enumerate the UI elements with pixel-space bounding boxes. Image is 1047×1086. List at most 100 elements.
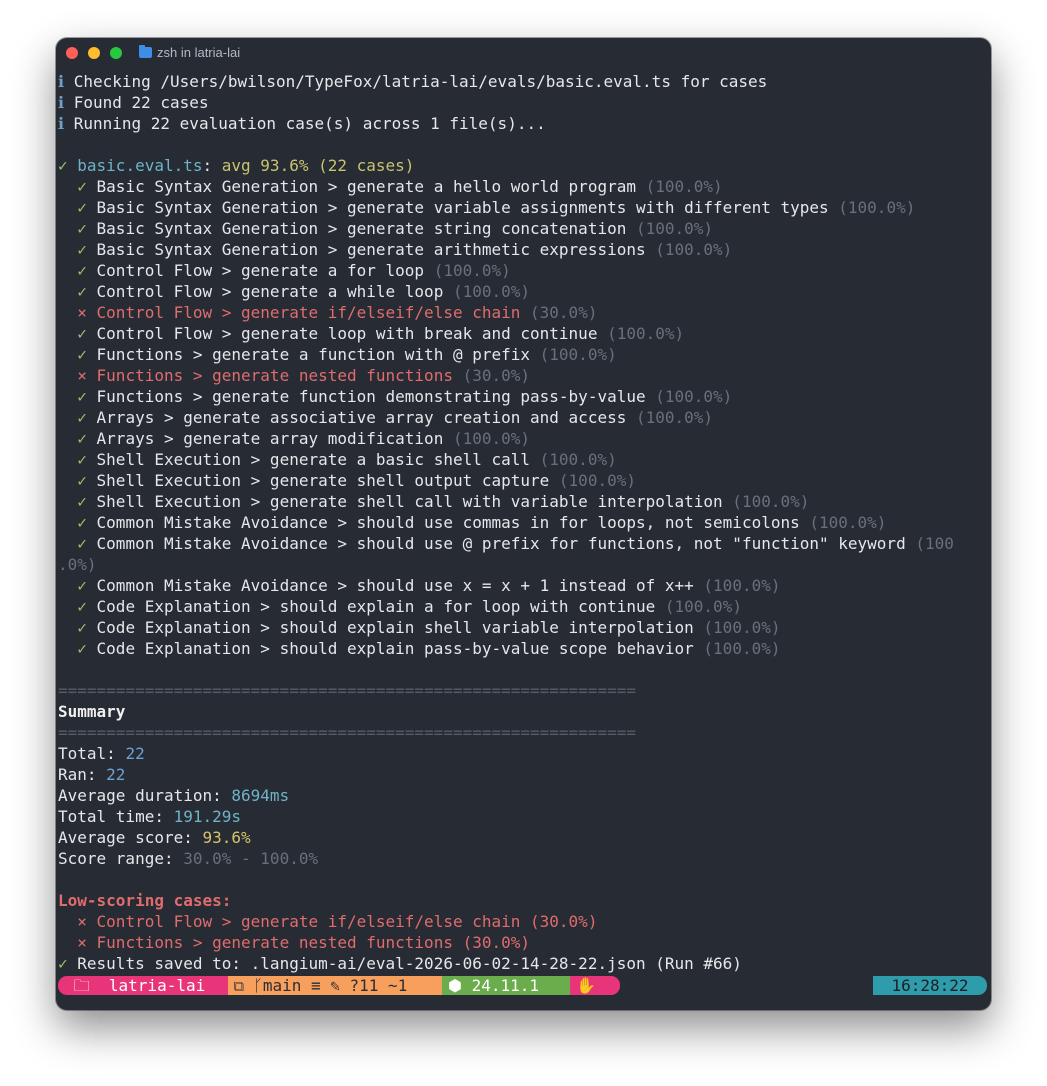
case-row: ✓ Functions > generate function demonstr… bbox=[58, 386, 991, 407]
check-icon: ✓ bbox=[77, 198, 87, 217]
case-row: ✓ Functions > generate a function with @… bbox=[58, 344, 991, 365]
case-name: Arrays > generate array modification bbox=[86, 429, 444, 448]
case-score: (100 bbox=[905, 534, 954, 553]
case-name: Shell Execution > generate a basic shell… bbox=[86, 450, 531, 469]
close-button[interactable] bbox=[66, 47, 78, 59]
case-name: Common Mistake Avoidance > should use x … bbox=[86, 576, 694, 595]
ran-line: Ran: 22 bbox=[58, 764, 991, 785]
case-name: Common Mistake Avoidance > should use co… bbox=[86, 513, 800, 532]
check-icon: ✓ bbox=[77, 387, 87, 406]
case-score: (30.0%) bbox=[520, 303, 598, 322]
check-icon: ✓ bbox=[77, 324, 87, 343]
case-score: (100.0%) bbox=[597, 324, 685, 343]
case-name: Shell Execution > generate shell output … bbox=[86, 471, 550, 490]
case-row: ✓ Basic Syntax Generation > generate var… bbox=[58, 197, 991, 218]
case-name: Basic Syntax Generation > generate arith… bbox=[86, 240, 646, 259]
case-name: Basic Syntax Generation > generate varia… bbox=[86, 198, 829, 217]
case-score: (100.0%) bbox=[693, 576, 781, 595]
check-icon: ✓ bbox=[77, 261, 87, 280]
case-row: ✓ Code Explanation > should explain pass… bbox=[58, 638, 991, 659]
check-icon: ✓ bbox=[77, 513, 87, 532]
check-icon: ✓ bbox=[77, 576, 87, 595]
file-name: basic.eval.ts bbox=[67, 156, 203, 175]
case-name: Code Explanation > should explain shell … bbox=[86, 618, 694, 637]
text: : bbox=[202, 156, 222, 175]
average-duration-line: Average duration: 8694ms bbox=[58, 785, 991, 806]
case-score: (100.0%) bbox=[530, 345, 617, 364]
cross-icon: × bbox=[77, 366, 87, 385]
case-score: (30.0%) bbox=[452, 366, 531, 385]
case-score: (100.0%) bbox=[722, 492, 810, 511]
case-row-wrap: .0%) bbox=[58, 554, 991, 575]
check-icon: ✓ bbox=[77, 345, 87, 364]
case-row: ✓ Common Mistake Avoidance > should use … bbox=[58, 575, 991, 596]
case-row: ✓ Control Flow > generate loop with brea… bbox=[58, 323, 991, 344]
case-score: (100.0%) bbox=[645, 240, 733, 259]
case-score-wrap: .0%) bbox=[58, 555, 97, 574]
case-row: × Control Flow > generate if/elseif/else… bbox=[58, 302, 991, 323]
summary-title: Summary bbox=[58, 701, 991, 722]
check-icon: ✓ bbox=[77, 639, 87, 658]
check-icon: ✓ bbox=[77, 534, 87, 553]
minimize-button[interactable] bbox=[88, 47, 100, 59]
prompt-time: 16:28:22 bbox=[873, 976, 987, 995]
title-bar: zsh in latria-lai bbox=[56, 38, 991, 69]
average-duration-label: Average duration: bbox=[58, 786, 232, 805]
case-row: ✓ Common Mistake Avoidance > should use … bbox=[58, 512, 991, 533]
check-icon: ✓ bbox=[77, 492, 87, 511]
file-summary-line: ✓ basic.eval.ts: avg 93.6% (22 cases) bbox=[58, 155, 991, 176]
score-range-label: Score range: bbox=[58, 849, 184, 868]
case-score: (100.0%) bbox=[635, 177, 723, 196]
low-scoring-title: Low-scoring cases: bbox=[58, 891, 232, 910]
case-name: Functions > generate nested functions bbox=[86, 366, 453, 385]
case-name: Shell Execution > generate shell call wi… bbox=[86, 492, 723, 511]
case-score: (100.0%) bbox=[693, 639, 781, 658]
case-row: ✓ Code Explanation > should explain shel… bbox=[58, 617, 991, 638]
info-text: Running 22 evaluation case(s) across 1 f… bbox=[64, 114, 546, 133]
check-icon: ✓ bbox=[77, 597, 87, 616]
case-name: Common Mistake Avoidance > should use @ … bbox=[86, 534, 906, 553]
low-scoring-item: × Control Flow > generate if/elseif/else… bbox=[58, 911, 991, 932]
case-row: ✓ Basic Syntax Generation > generate a h… bbox=[58, 176, 991, 197]
zoom-button[interactable] bbox=[110, 47, 122, 59]
file-average: avg 93.6% (22 cases) bbox=[221, 156, 415, 175]
low-scoring-item: × Functions > generate nested functions … bbox=[58, 932, 991, 953]
separator: ========================================… bbox=[58, 722, 991, 743]
case-row: ✓ Common Mistake Avoidance > should use … bbox=[58, 533, 991, 554]
case-score: (100.0%) bbox=[530, 450, 617, 469]
case-row: ✓ Basic Syntax Generation > generate ari… bbox=[58, 239, 991, 260]
cross-icon: × bbox=[77, 303, 87, 322]
hand-icon: ✋ bbox=[570, 976, 620, 995]
case-score: (100.0%) bbox=[424, 261, 511, 280]
info-text: Checking /Users/bwilson/TypeFox/latria-l… bbox=[64, 72, 768, 91]
case-name: Arrays > generate associative array crea… bbox=[86, 408, 627, 427]
prompt-bar: 🗀 latria-lai ⧉ ᚴmain ≡ ✎ ?11 ~1 ⬢ 24.11.… bbox=[58, 975, 989, 996]
cross-icon: × bbox=[77, 933, 87, 952]
check-icon: ✓ bbox=[77, 618, 87, 637]
terminal-output[interactable]: ℹ Checking /Users/bwilson/TypeFox/latria… bbox=[58, 71, 991, 974]
case-score: (100.0%) bbox=[549, 471, 636, 490]
ran-label: Ran: bbox=[58, 765, 107, 784]
separator: ========================================… bbox=[58, 723, 636, 742]
case-name: Functions > generate a function with @ p… bbox=[86, 345, 531, 364]
case-name: Code Explanation > should explain pass-b… bbox=[86, 639, 694, 658]
case-score: (100.0%) bbox=[626, 408, 714, 427]
info-line: ℹ Running 22 evaluation case(s) across 1… bbox=[58, 113, 991, 134]
total-time-label: Total time: bbox=[58, 807, 174, 826]
prompt-node-version: ⬢ 24.11.1 bbox=[442, 976, 572, 995]
case-score: (100.0%) bbox=[828, 198, 916, 217]
